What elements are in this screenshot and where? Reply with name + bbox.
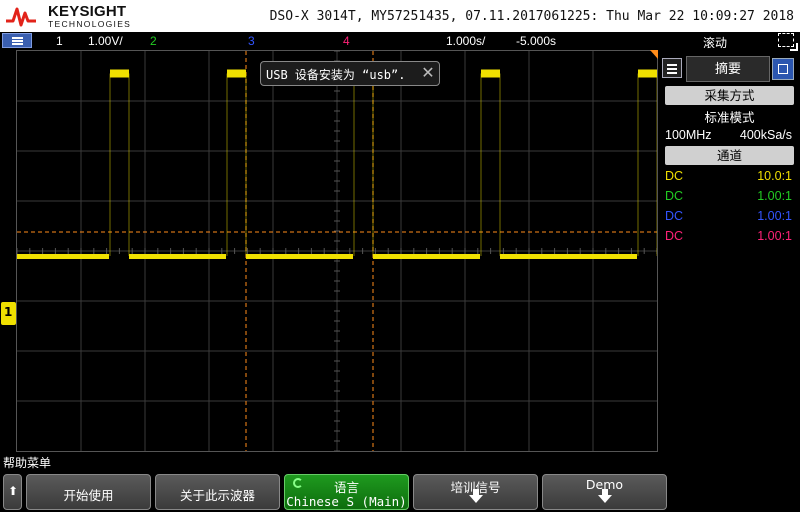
- language-value: Chinese S (Main): [286, 494, 407, 509]
- ch1-trace-high: [638, 69, 657, 78]
- ch1-trace-low: [246, 254, 353, 259]
- ch3-coupling: DC: [665, 209, 684, 223]
- ground-marker-label: 1: [4, 305, 13, 319]
- brand-subtitle: TECHNOLOGIES: [48, 19, 132, 29]
- graticule: [17, 51, 657, 451]
- softkey-menu-title: 帮助菜单: [3, 456, 52, 470]
- keysight-logo: KEYSIGHT TECHNOLOGIES: [6, 2, 136, 30]
- ch2-probe: 1.00:1: [757, 189, 792, 203]
- waveform-display[interactable]: [16, 50, 658, 452]
- sidebar-tabs: 摘要: [660, 54, 800, 82]
- ch1-coupling: DC: [665, 169, 684, 183]
- zoom-icon[interactable]: [778, 33, 798, 51]
- ch1-probe: 10.0:1: [757, 169, 792, 183]
- ch1-trace-low: [500, 254, 637, 259]
- ch4-probe: 1.00:1: [757, 229, 792, 243]
- about-scope-button[interactable]: 关于此示波器: [155, 474, 280, 510]
- ch1-trace-high: [227, 69, 246, 78]
- brand-name: KEYSIGHT: [48, 3, 127, 20]
- bandwidth-value: 100MHz: [665, 128, 712, 142]
- acquisition-mode: 滚动: [703, 36, 728, 50]
- getting-started-button[interactable]: 开始使用: [26, 474, 151, 510]
- time-scale[interactable]: 1.000s/: [446, 34, 485, 48]
- submenu-arrow-icon: [597, 489, 612, 503]
- softkey-label: 开始使用: [63, 488, 114, 503]
- ch3-probe: 1.00:1: [757, 209, 792, 223]
- main-menu-icon[interactable]: [2, 33, 32, 48]
- menu-up-button[interactable]: ⬆: [3, 474, 22, 510]
- ch1-trace-low: [129, 254, 226, 259]
- ch1-scale[interactable]: 1.00V/: [88, 34, 123, 48]
- softkey-bar: ⬆ 开始使用 关于此示波器 语言 Chinese S (Main) 培训信号 D…: [0, 472, 800, 512]
- tab-summary[interactable]: 摘要: [686, 56, 770, 82]
- channel-header[interactable]: 通道: [665, 146, 794, 165]
- sidebar-window-icon[interactable]: [772, 58, 794, 80]
- training-signals-button[interactable]: 培训信号: [413, 474, 538, 510]
- ch1-trace-high: [110, 69, 129, 78]
- ch2-coupling: DC: [665, 189, 684, 203]
- instrument-header: KEYSIGHT TECHNOLOGIES DSO-X 3014T, MY572…: [0, 0, 800, 32]
- softkey-label: 关于此示波器: [179, 488, 255, 503]
- ch4-coupling: DC: [665, 229, 684, 243]
- ch1-trace-high: [481, 69, 500, 78]
- model-info: DSO-X 3014T, MY57251435, 07.11.201706122…: [269, 9, 794, 24]
- notification-text: USB 设备安装为 “usb”.: [266, 68, 406, 82]
- ch1-ground-marker[interactable]: 1: [1, 302, 16, 325]
- ch2-label[interactable]: 2: [150, 34, 157, 48]
- sidebar-menu-icon[interactable]: [662, 58, 682, 78]
- status-bar: 1 1.00V/ 2 3 4 1.000s/ -5.000s 滚动: [0, 32, 800, 51]
- trigger-position-marker[interactable]: [650, 50, 658, 59]
- summary-sidebar: 摘要 采集方式 标准模式 100MHz 400kSa/s 通道 DC 10.0:…: [660, 52, 800, 452]
- ch1-trace-low: [373, 254, 480, 259]
- language-button[interactable]: 语言 Chinese S (Main): [284, 474, 409, 510]
- acquire-mode: 标准模式: [704, 110, 755, 125]
- submenu-arrow-icon: [468, 489, 483, 503]
- ch3-label[interactable]: 3: [248, 34, 255, 48]
- sample-rate-value: 400kSa/s: [739, 128, 792, 142]
- acquire-header[interactable]: 采集方式: [665, 86, 794, 105]
- ch1-trace-low: [17, 254, 109, 259]
- ch4-label[interactable]: 4: [343, 34, 350, 48]
- ch1-label[interactable]: 1: [56, 34, 63, 48]
- demo-button[interactable]: Demo: [542, 474, 667, 510]
- close-icon[interactable]: ✕: [420, 65, 436, 81]
- time-delay[interactable]: -5.000s: [516, 34, 556, 48]
- up-arrow-icon: ⬆: [8, 484, 19, 498]
- keysight-wave-icon: [6, 7, 36, 27]
- usb-notification: USB 设备安装为 “usb”. ✕: [260, 61, 440, 86]
